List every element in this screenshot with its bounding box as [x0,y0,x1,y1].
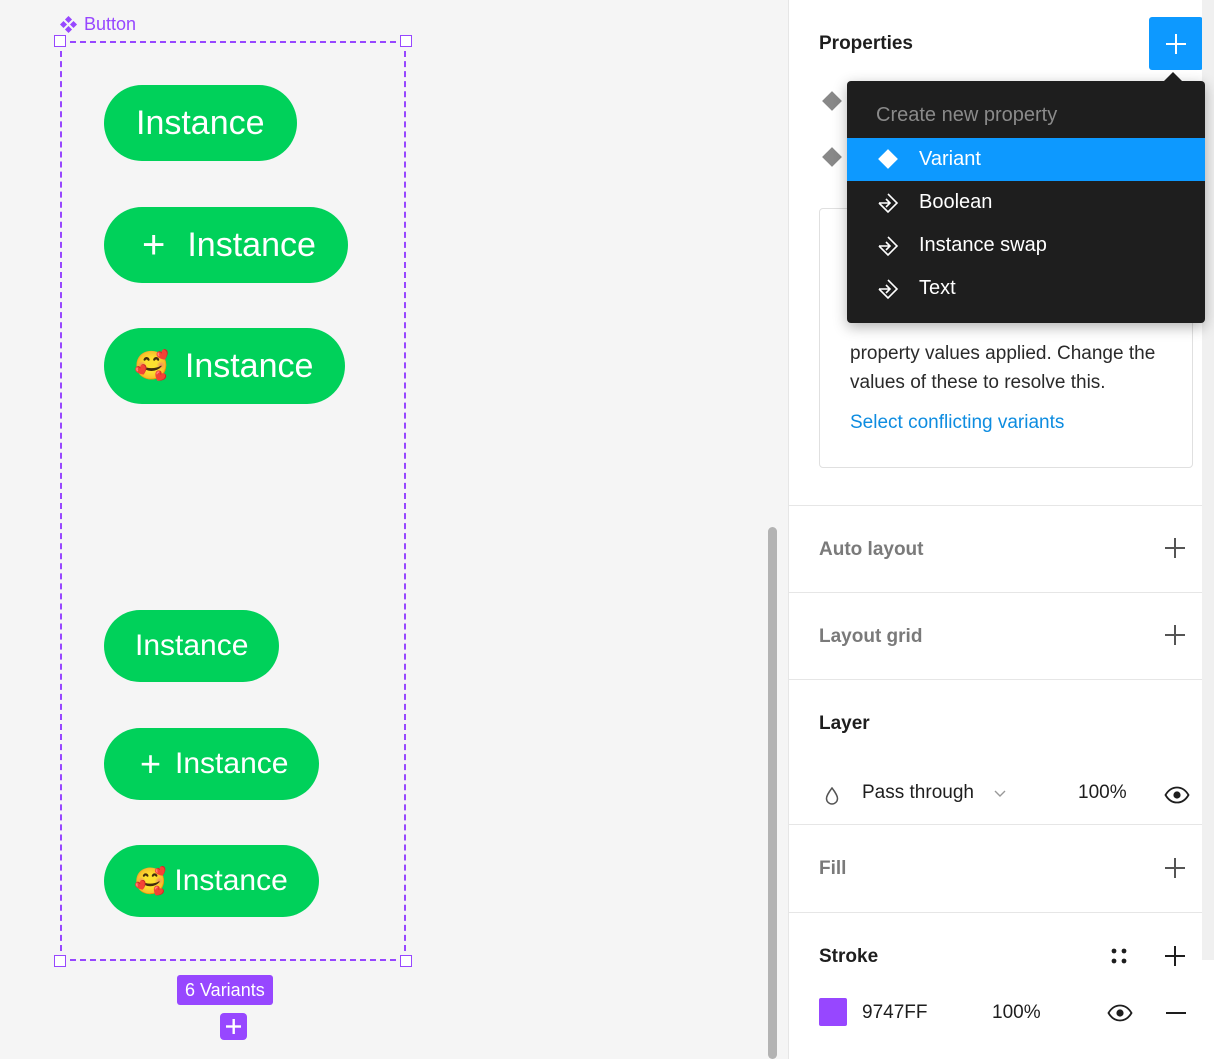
variant-button-large-emoji[interactable]: 🥰 Instance [104,328,346,404]
create-property-menu: Create new property Variant Boolean Inst… [847,72,1205,323]
emoji-icon: 🥰 [134,350,169,381]
variant-button-large-icon[interactable]: + Instance [104,207,348,283]
resize-handle-bottom-left[interactable] [54,955,66,967]
resize-handle-top-left[interactable] [54,35,66,47]
select-conflicting-variants-link[interactable]: Select conflicting variants [850,412,1064,434]
add-auto-layout-icon[interactable] [1163,536,1187,560]
conflict-warning-text: property values applied. Change the valu… [850,343,1156,393]
property-diamond-icon [822,147,842,167]
plus-icon [1166,33,1186,54]
variant-button-small-icon[interactable]: + Instance [104,728,320,800]
button-label: Instance [184,346,314,385]
style-dots-icon[interactable] [1109,946,1129,966]
button-label: Instance [135,629,249,662]
layer-title: Layer [819,713,870,734]
menu-item-label: Text [919,277,956,299]
menu-header: Create new property [876,104,1058,126]
fill-section: Fill [789,825,1203,913]
stroke-hex-input[interactable]: 9747FF [862,1002,927,1024]
menu-item-boolean[interactable]: Boolean [847,181,1205,224]
menu-item-instance-swap[interactable]: Instance swap [847,224,1205,267]
layer-row: Pass through 100% [819,780,1203,810]
button-label: Instance [187,225,316,264]
auto-layout-section: Auto layout [789,506,1203,593]
add-layout-grid-icon[interactable] [1163,623,1187,647]
emoji-icon: 🥰 [134,866,167,896]
menu-item-label: Boolean [919,191,993,213]
resize-handle-bottom-right[interactable] [400,955,412,967]
blend-mode-dropdown[interactable]: Pass through [862,782,974,804]
property-diamond-icon [822,91,842,111]
component-set-frame[interactable] [60,41,406,961]
stroke-color-swatch[interactable] [819,998,847,1026]
properties-title: Properties [819,33,913,54]
layer-opacity-input[interactable]: 100% [1078,782,1127,804]
layout-grid-section: Layout grid [789,593,1203,680]
auto-layout-title: Auto layout [819,539,924,560]
plus-icon: + [142,223,166,267]
variant-button-small-default[interactable]: Instance [104,610,280,682]
component-set-name: Button [84,14,137,34]
plus-icon: + [140,743,162,784]
layout-grid-title: Layout grid [819,626,923,647]
menu-item-label: Instance swap [919,234,1047,256]
variant-button-large-default[interactable]: Instance [104,85,297,161]
component-set-label[interactable]: Button [60,14,136,35]
canvas-scrollbar[interactable] [768,527,777,1059]
fill-title: Fill [819,858,847,879]
component-set-icon [60,15,78,33]
property-icon [878,236,899,257]
button-label: Instance [136,103,265,142]
resize-handle-top-right[interactable] [400,35,412,47]
stroke-opacity-input[interactable]: 100% [992,1002,1041,1024]
add-fill-icon[interactable] [1163,856,1187,880]
add-stroke-icon[interactable] [1163,944,1187,968]
eye-icon[interactable] [1107,1004,1133,1022]
diamond-icon [878,149,898,169]
add-variant-button[interactable] [220,1013,247,1040]
property-icon [878,193,899,214]
add-property-button[interactable] [1149,17,1203,70]
plus-icon [226,1019,241,1034]
chevron-down-icon[interactable] [994,790,1006,798]
button-label: Instance [174,864,288,897]
stroke-section: Stroke [789,913,1203,1059]
variants-count-badge: 6 Variants [177,975,273,1005]
button-label: Instance [175,747,289,780]
eye-icon[interactable] [1164,786,1190,804]
blend-mode-drop-icon [825,787,839,805]
menu-item-text[interactable]: Text [847,267,1205,310]
menu-item-variant[interactable]: Variant [847,138,1205,181]
stroke-title: Stroke [819,946,879,967]
property-icon [878,279,899,300]
variant-button-small-emoji[interactable]: 🥰 Instance [104,845,319,917]
design-canvas[interactable]: Button Instance + Instance 🥰 Instance In… [0,0,788,1059]
remove-stroke-icon[interactable] [1166,1012,1186,1014]
menu-item-label: Variant [919,148,981,170]
